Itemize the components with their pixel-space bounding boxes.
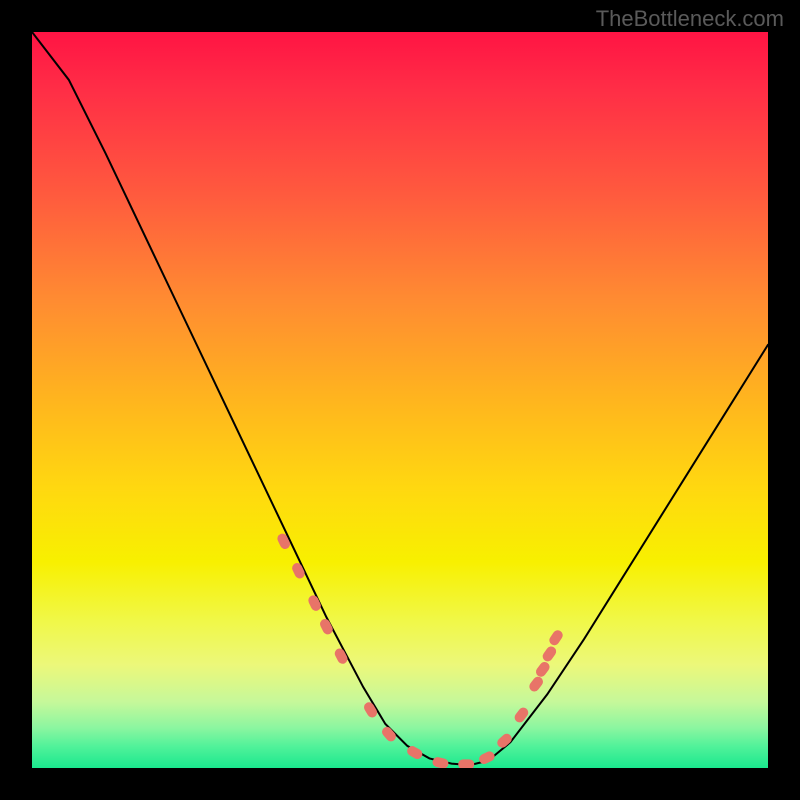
highlight-dot <box>380 725 398 744</box>
plot-area <box>32 32 768 768</box>
highlight-dot <box>495 732 514 750</box>
highlight-dot <box>432 756 450 768</box>
bottleneck-curve <box>32 32 768 765</box>
highlight-dot <box>541 644 558 663</box>
highlight-dots-group <box>276 532 565 768</box>
chart-svg <box>32 32 768 768</box>
highlight-dot <box>513 706 531 725</box>
highlight-dot <box>534 660 552 679</box>
watermark-text: TheBottleneck.com <box>596 6 784 32</box>
highlight-dot <box>527 675 545 694</box>
chart-frame: TheBottleneck.com <box>0 0 800 800</box>
highlight-dot <box>458 759 474 768</box>
highlight-dot <box>547 628 564 647</box>
